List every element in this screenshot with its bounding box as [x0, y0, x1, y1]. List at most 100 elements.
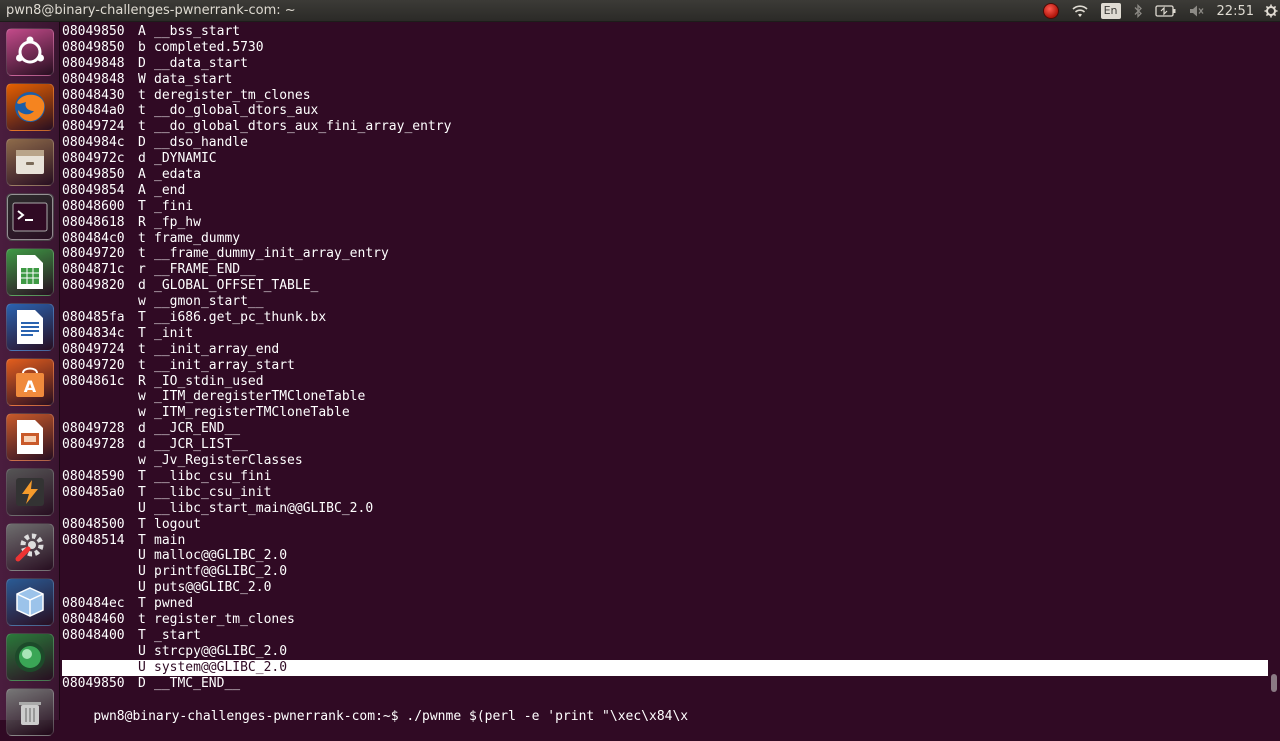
symbol-type: U: [138, 564, 146, 580]
symbol-type: t: [138, 341, 146, 357]
symbol-address: 080485fa: [62, 310, 125, 326]
symbol-address: 08049850: [62, 167, 125, 183]
symbol-type: D: [138, 135, 146, 151]
symbol-name: data_start: [154, 71, 233, 87]
command-prompt[interactable]: pwn8@binary-challenges-pwnerrank-com:~$ …: [93, 709, 688, 724]
symbol-address: 08048460: [62, 611, 125, 627]
launcher-libreoffice-calc[interactable]: [6, 248, 54, 296]
terminal-line: 08049850 b completed.5730: [62, 40, 1268, 56]
command-prompt-line[interactable]: pwn8@binary-challenges-pwnerrank-com:~$ …: [62, 693, 688, 724]
terminal-line: 08049820 d _GLOBAL_OFFSET_TABLE_: [62, 278, 1268, 294]
symbol-type: t: [138, 230, 146, 246]
launcher: A: [0, 22, 60, 736]
top-panel: pwn8@binary-challenges-pwnerrank-com: ~ …: [0, 0, 1280, 22]
clock[interactable]: 22:51: [1217, 4, 1254, 19]
files-drawer-icon: [12, 144, 48, 180]
launcher-firefox[interactable]: [6, 83, 54, 131]
symbol-address: 08049854: [62, 182, 125, 198]
symbol-name: _fini: [154, 198, 194, 214]
symbol-type: A: [138, 24, 146, 39]
record-icon: [1042, 3, 1059, 19]
terminal-line: 08048430 t deregister_tm_clones: [62, 88, 1268, 104]
symbol-type: A: [138, 167, 146, 183]
symbol-type: w: [138, 389, 146, 405]
symbol-type: T: [138, 516, 146, 532]
symbol-type: t: [138, 103, 146, 119]
symbol-name: pwned: [154, 596, 194, 612]
symbol-type: t: [138, 119, 146, 135]
launcher-dash-home[interactable]: [6, 28, 54, 76]
symbol-address: 08049720: [62, 357, 125, 373]
ubuntu-logo-icon: [13, 35, 47, 69]
session-indicator[interactable]: [1264, 0, 1278, 22]
launcher-libreoffice-impress[interactable]: [6, 413, 54, 461]
terminal-line: U __libc_start_main@@GLIBC_2.0: [62, 501, 1268, 517]
launcher-libreoffice-writer[interactable]: [6, 303, 54, 351]
bluetooth-indicator[interactable]: [1133, 0, 1143, 22]
symbol-name: _DYNAMIC: [154, 151, 217, 167]
svg-text:A: A: [24, 377, 37, 396]
keyboard-layout-indicator[interactable]: En: [1100, 0, 1121, 22]
wrench-gear-icon: [12, 529, 48, 565]
terminal-scrollbar[interactable]: [1271, 54, 1277, 694]
symbol-type: t: [138, 611, 146, 627]
terminal-line: Uputs@@GLIBC_2.0: [62, 580, 1268, 596]
record-indicator[interactable]: [1042, 0, 1059, 22]
scrollbar-thumb[interactable]: [1271, 674, 1277, 692]
symbol-type: d: [138, 437, 146, 453]
launcher-terminal[interactable]: [6, 193, 54, 241]
indicator-area: En 22:51: [1042, 0, 1280, 22]
launcher-trash[interactable]: [6, 688, 54, 736]
symbol-address: 0804861c: [62, 373, 125, 389]
terminal-line: w _ITM_registerTMCloneTable: [62, 405, 1268, 421]
terminal-line: Uprintf@@GLIBC_2.0: [62, 564, 1268, 580]
terminal-window[interactable]: 08049850 A __bss_start 08049850 b completed.5…: [60, 22, 1280, 724]
symbol-name: __init_array_start: [154, 357, 295, 373]
terminal-line: 080484a0 t __do_global_dtors_aux: [62, 103, 1268, 119]
symbol-address: 08049724: [62, 119, 125, 135]
document-icon: [15, 309, 45, 345]
symbol-name: __do_global_dtors_aux_fini_array_entry: [154, 119, 452, 135]
terminal-line: 08048400 T _start: [62, 628, 1268, 644]
terminal-line: 080485fa T __i686.get_pc_thunk.bx: [62, 310, 1268, 326]
network-indicator[interactable]: [1071, 0, 1089, 22]
symbol-name: __do_global_dtors_aux: [154, 103, 319, 119]
symbol-address: 08048430: [62, 87, 125, 103]
symbol-name: __frame_dummy_init_array_entry: [154, 246, 389, 262]
terminal-line: 08048500 Tlogout: [62, 517, 1268, 533]
symbol-type: t: [138, 246, 146, 262]
terminal-line: 08049850 A _edata: [62, 167, 1268, 183]
sound-indicator[interactable]: [1189, 0, 1205, 22]
cube-icon: [13, 585, 47, 619]
volume-muted-icon: [1189, 5, 1204, 17]
launcher-app-sphere[interactable]: [6, 633, 54, 681]
terminal-icon: [12, 202, 48, 232]
symbol-type: A: [138, 182, 146, 198]
launcher-sublime-app[interactable]: [6, 468, 54, 516]
symbol-address: 0804871c: [62, 262, 125, 278]
terminal-line: 08049854 A _end: [62, 183, 1268, 199]
symbol-address: 08048514: [62, 532, 125, 548]
symbol-type: t: [138, 357, 146, 373]
terminal-line: 08049728 d __JCR_END__: [62, 421, 1268, 437]
terminal-line: 0804861c R _IO_stdin_used: [62, 374, 1268, 390]
symbol-address: 080484ec: [62, 596, 125, 612]
symbol-type: U: [138, 500, 146, 516]
trash-icon: [15, 697, 45, 727]
symbol-name: _end: [154, 182, 186, 198]
launcher-files[interactable]: [6, 138, 54, 186]
symbol-name: __gmon_start__: [154, 294, 264, 310]
symbol-name: frame_dummy: [154, 230, 241, 246]
launcher-virtualbox[interactable]: [6, 578, 54, 626]
symbol-address: 08049728: [62, 437, 125, 453]
keyboard-layout-label: En: [1100, 3, 1121, 19]
symbol-name: __init_array_end: [154, 341, 280, 357]
battery-icon: [1154, 5, 1176, 17]
terminal-line: w _ITM_deregisterTMCloneTable: [62, 389, 1268, 405]
battery-indicator[interactable]: [1154, 0, 1177, 22]
symbol-address: 08048618: [62, 214, 125, 230]
symbol-type: w: [138, 405, 146, 421]
symbol-address: 08049820: [62, 278, 125, 294]
launcher-ubuntu-software-center[interactable]: A: [6, 358, 54, 406]
launcher-system-settings[interactable]: [6, 523, 54, 571]
